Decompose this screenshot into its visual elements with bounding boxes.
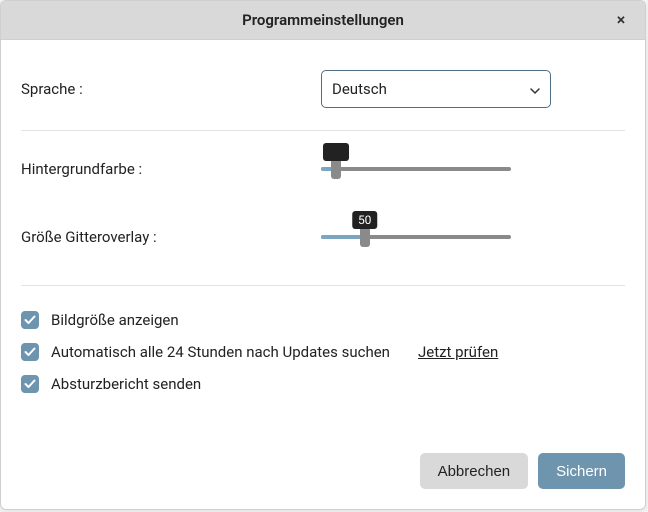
- dialog-title: Programmeinstellungen: [242, 11, 404, 29]
- language-select[interactable]: Deutsch: [321, 70, 551, 108]
- show-size-label: Bildgröße anzeigen: [51, 311, 179, 329]
- settings-dialog: Programmeinstellungen × Sprache : Deutsc…: [0, 0, 646, 510]
- cancel-button[interactable]: Abbrechen: [420, 453, 529, 489]
- gridsize-slider[interactable]: 50: [321, 217, 511, 257]
- auto-update-label: Automatisch alle 24 Stunden nach Updates…: [51, 343, 390, 361]
- close-icon: ×: [617, 10, 626, 29]
- language-selected-value: Deutsch: [332, 80, 387, 98]
- check-icon: [24, 379, 36, 389]
- check-icon: [24, 347, 36, 357]
- auto-update-checkbox[interactable]: [21, 343, 39, 361]
- chevron-down-icon: [530, 80, 540, 98]
- slider-fill: [321, 235, 365, 239]
- slider-track: [321, 167, 511, 171]
- crash-report-label: Absturzbericht senden: [51, 375, 201, 393]
- checks-section: Bildgröße anzeigen Automatisch alle 24 S…: [21, 304, 625, 400]
- divider: [21, 130, 625, 131]
- slider-tooltip: 50: [352, 211, 378, 229]
- gridsize-label: Größe Gitteroverlay :: [21, 228, 157, 246]
- slider-thumb[interactable]: [331, 159, 341, 179]
- bgcolor-label: Hintergrundfarbe :: [21, 160, 142, 178]
- show-size-checkbox[interactable]: [21, 311, 39, 329]
- auto-update-row: Automatisch alle 24 Stunden nach Updates…: [21, 336, 625, 368]
- language-row: Sprache : Deutsch: [21, 70, 625, 108]
- sliders-section: Hintergrundfarbe : Größe Gitteroverlay :: [21, 149, 625, 257]
- gridsize-row: Größe Gitteroverlay : 50: [21, 217, 625, 257]
- language-label: Sprache :: [21, 80, 83, 98]
- slider-tooltip: [323, 143, 349, 161]
- show-size-row: Bildgröße anzeigen: [21, 304, 625, 336]
- check-now-link[interactable]: Jetzt prüfen: [418, 343, 498, 361]
- crash-report-row: Absturzbericht senden: [21, 368, 625, 400]
- dialog-body: Sprache : Deutsch Hintergrundfarbe :: [1, 40, 645, 439]
- bgcolor-slider[interactable]: [321, 149, 511, 189]
- slider-thumb[interactable]: [360, 227, 370, 247]
- divider: [21, 285, 625, 286]
- dialog-footer: Abbrechen Sichern: [1, 439, 645, 509]
- title-bar: Programmeinstellungen ×: [1, 1, 645, 40]
- bgcolor-row: Hintergrundfarbe :: [21, 149, 625, 189]
- close-button[interactable]: ×: [607, 1, 635, 39]
- save-button[interactable]: Sichern: [538, 453, 625, 489]
- check-icon: [24, 315, 36, 325]
- crash-report-checkbox[interactable]: [21, 375, 39, 393]
